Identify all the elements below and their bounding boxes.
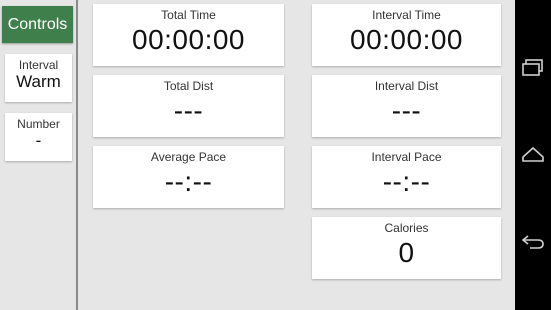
interval-pace-value: --:-- bbox=[382, 166, 431, 197]
total-dist-card: Total Dist --- bbox=[93, 75, 284, 137]
interval-time-label: Interval Time bbox=[372, 8, 441, 22]
number-value: - bbox=[35, 131, 42, 150]
interval-time-value: 00:00:00 bbox=[350, 24, 463, 55]
interval-value: Warm bbox=[16, 72, 61, 91]
sidebar: Controls Interval Warm Number - bbox=[0, 0, 76, 310]
interval-selector[interactable]: Interval Warm bbox=[5, 54, 72, 102]
number-selector[interactable]: Number - bbox=[5, 113, 72, 161]
average-pace-label: Average Pace bbox=[150, 150, 227, 164]
system-navigation-bar bbox=[515, 0, 551, 310]
total-dist-value: --- bbox=[173, 95, 204, 126]
total-time-card: Total Time 00:00:00 bbox=[93, 4, 284, 66]
interval-dist-card: Interval Dist --- bbox=[312, 75, 501, 137]
interval-pace-label: Interval Pace bbox=[371, 150, 442, 164]
interval-dist-value: --- bbox=[391, 95, 422, 126]
interval-time-card: Interval Time 00:00:00 bbox=[312, 4, 501, 66]
average-pace-value: --:-- bbox=[164, 166, 213, 197]
calories-label: Calories bbox=[384, 221, 429, 235]
average-pace-card: Average Pace --:-- bbox=[93, 146, 284, 208]
interval-label: Interval bbox=[18, 58, 59, 72]
home-icon[interactable] bbox=[520, 144, 546, 164]
controls-button[interactable]: Controls bbox=[2, 6, 73, 43]
recent-apps-icon[interactable] bbox=[520, 58, 546, 78]
number-label: Number bbox=[17, 117, 60, 131]
interval-dist-label: Interval Dist bbox=[374, 79, 439, 93]
sidebar-divider bbox=[76, 0, 78, 310]
back-icon[interactable] bbox=[520, 231, 546, 251]
calories-card: Calories 0 bbox=[312, 217, 501, 279]
total-time-label: Total Time bbox=[161, 8, 216, 22]
calories-value: 0 bbox=[398, 237, 415, 268]
interval-pace-card: Interval Pace --:-- bbox=[312, 146, 501, 208]
total-time-value: 00:00:00 bbox=[132, 24, 245, 55]
total-dist-label: Total Dist bbox=[163, 79, 214, 93]
